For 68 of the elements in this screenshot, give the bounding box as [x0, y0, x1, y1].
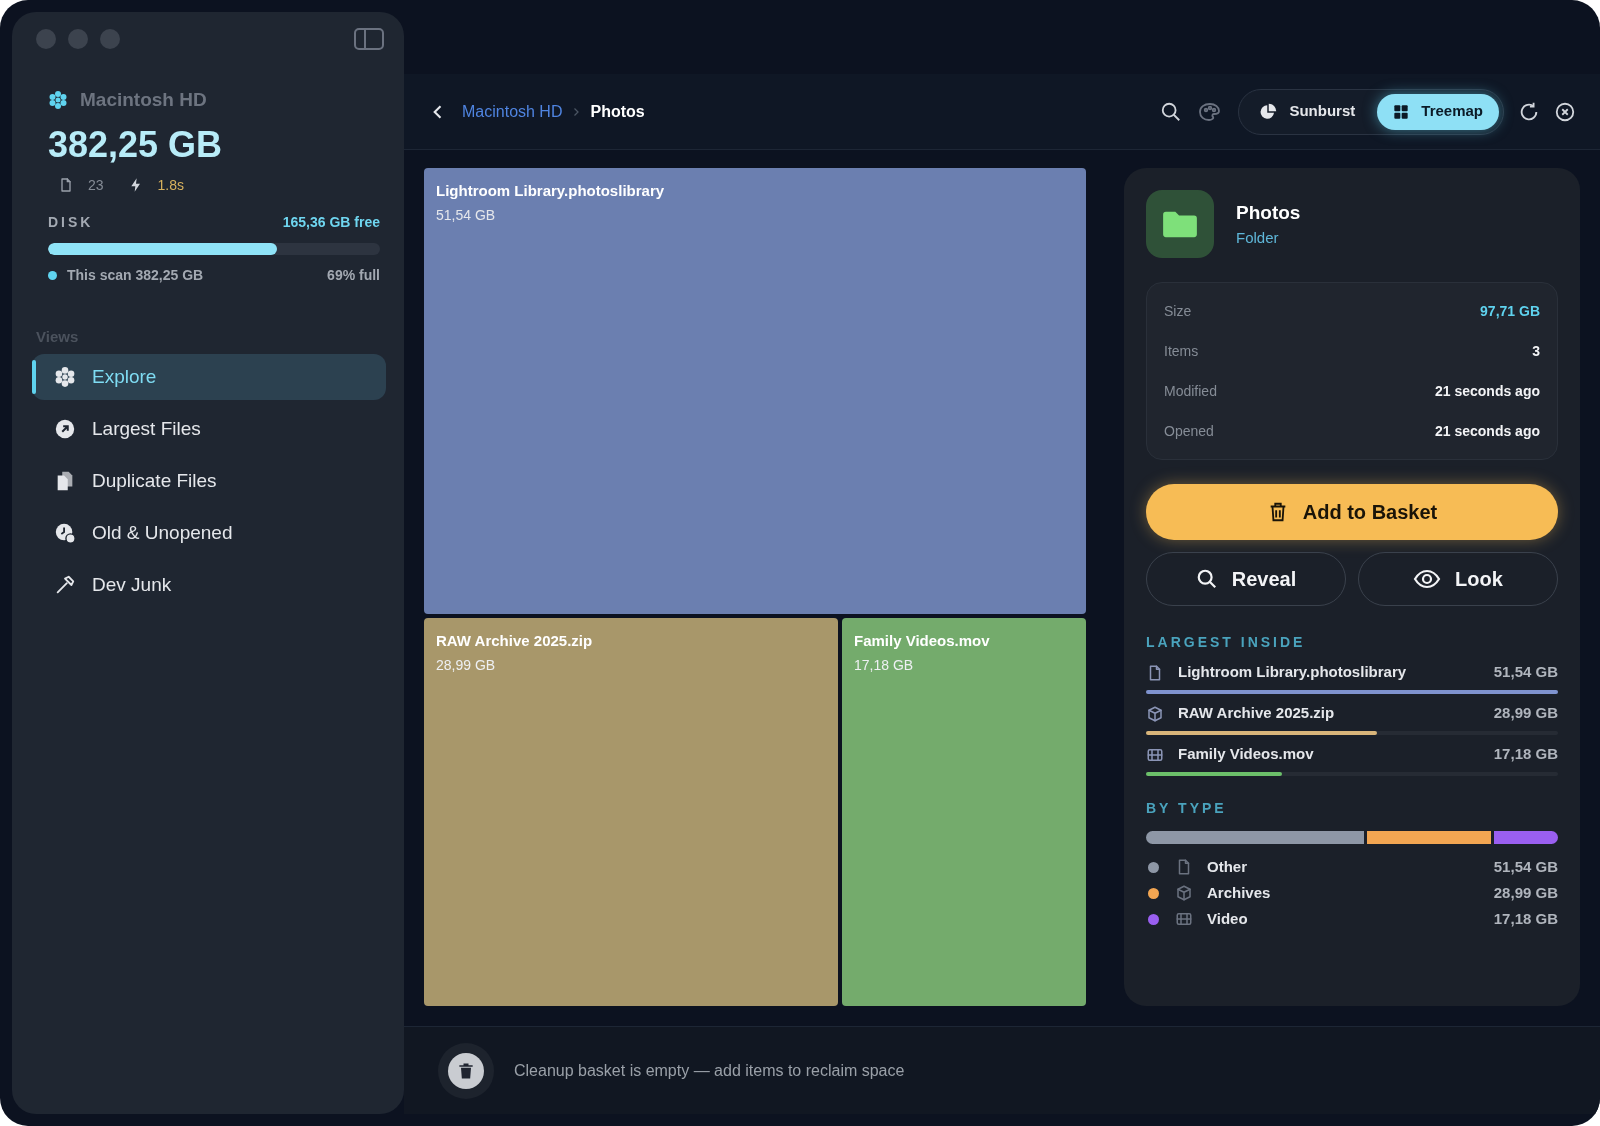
- view-mode-tab[interactable]: Treemap: [1377, 93, 1499, 130]
- volume-name: Macintosh HD: [80, 88, 207, 112]
- type-size: 51,54 GB: [1493, 856, 1558, 877]
- tile-size: 28,99 GB: [436, 655, 497, 675]
- tile-size: 51,54 GB: [436, 205, 497, 225]
- property-label: Modified: [1164, 381, 1217, 401]
- type-label: Archives: [1207, 882, 1271, 903]
- add-to-basket-button[interactable]: Add to Basket: [1146, 484, 1558, 540]
- property-value: 97,71 GB: [1480, 301, 1540, 321]
- sidebar-item[interactable]: Explore: [32, 354, 386, 400]
- property-label: Items: [1164, 341, 1199, 361]
- sidebar-item[interactable]: Largest Files: [32, 406, 386, 452]
- breadcrumb-link[interactable]: Macintosh HD: [462, 99, 563, 124]
- arrow-circle-icon: [54, 418, 76, 440]
- type-label: Other: [1207, 856, 1247, 877]
- tile-size: 17,18 GB: [854, 655, 915, 675]
- free-space: 165,36 GB free: [282, 212, 380, 232]
- property-label: Size: [1164, 301, 1192, 321]
- sidebar-item[interactable]: Old & Unopened: [32, 510, 386, 556]
- sidebar-item[interactable]: Dev Junk: [32, 562, 386, 608]
- property-label: Opened: [1164, 421, 1214, 441]
- item-type: Folder: [1236, 228, 1280, 248]
- item-name: Photos: [1236, 200, 1301, 225]
- box-icon: [1146, 704, 1164, 723]
- file-name[interactable]: Family Videos.mov: [1178, 743, 1314, 766]
- search-icon[interactable]: [1160, 100, 1183, 123]
- refresh-icon[interactable]: [1518, 100, 1540, 123]
- hammer-icon: [54, 574, 76, 596]
- tile-name: Lightroom Library.photoslibrary: [436, 181, 666, 201]
- clock-icon: [54, 522, 76, 544]
- sidebar-item[interactable]: Duplicate Files: [32, 458, 386, 504]
- type-size: 28,99 GB: [1493, 882, 1558, 903]
- pie-icon: [1259, 102, 1278, 121]
- file-count: 23: [88, 175, 104, 195]
- status-message: Cleanup basket is empty — add items to reclaim space: [514, 1060, 905, 1081]
- type-size: 17,18 GB: [1493, 908, 1558, 929]
- section-heading: BY TYPE: [1146, 799, 1228, 818]
- sidebar-toggle-icon[interactable]: [354, 28, 384, 50]
- tile-name: Family Videos.mov: [854, 631, 991, 651]
- film-icon: [1175, 910, 1193, 928]
- property-value: 21 seconds ago: [1434, 421, 1540, 441]
- tile-name: RAW Archive 2025.zip: [436, 631, 594, 651]
- disk-percent: 69% full: [327, 265, 380, 285]
- file-name[interactable]: Lightroom Library.photoslibrary: [1178, 661, 1407, 684]
- flower-icon: [48, 90, 68, 111]
- close-icon[interactable]: [1554, 100, 1576, 123]
- scan-time: 1.8s: [157, 175, 185, 195]
- property-value: 3: [1532, 341, 1540, 361]
- file-size: 17,18 GB: [1493, 744, 1558, 765]
- box-icon: [1175, 884, 1193, 902]
- section-heading: LARGEST INSIDE: [1146, 633, 1307, 652]
- grid-icon: [1393, 103, 1410, 120]
- document-icon: [58, 177, 74, 193]
- eye-icon: [1413, 569, 1442, 589]
- view-mode-tab[interactable]: Sunburst: [1243, 93, 1372, 130]
- file-name[interactable]: RAW Archive 2025.zip: [1178, 702, 1335, 725]
- total-size: 382,25 GB: [47, 122, 224, 167]
- folder-icon: [1161, 209, 1199, 239]
- disk-label: DISK: [48, 212, 94, 232]
- flower-icon: [54, 366, 76, 388]
- search-icon: [1195, 568, 1218, 590]
- property-value: 21 seconds ago: [1434, 381, 1540, 401]
- type-label: Video: [1207, 908, 1248, 929]
- file-size: 28,99 GB: [1493, 703, 1558, 724]
- file-size: 51,54 GB: [1493, 662, 1558, 683]
- scan-note: This scan 382,25 GB: [67, 265, 204, 285]
- treemap-tile[interactable]: Lightroom Library.photoslibrary 51,54 GB: [424, 168, 1086, 614]
- breadcrumb-link[interactable]: Photos: [590, 99, 645, 124]
